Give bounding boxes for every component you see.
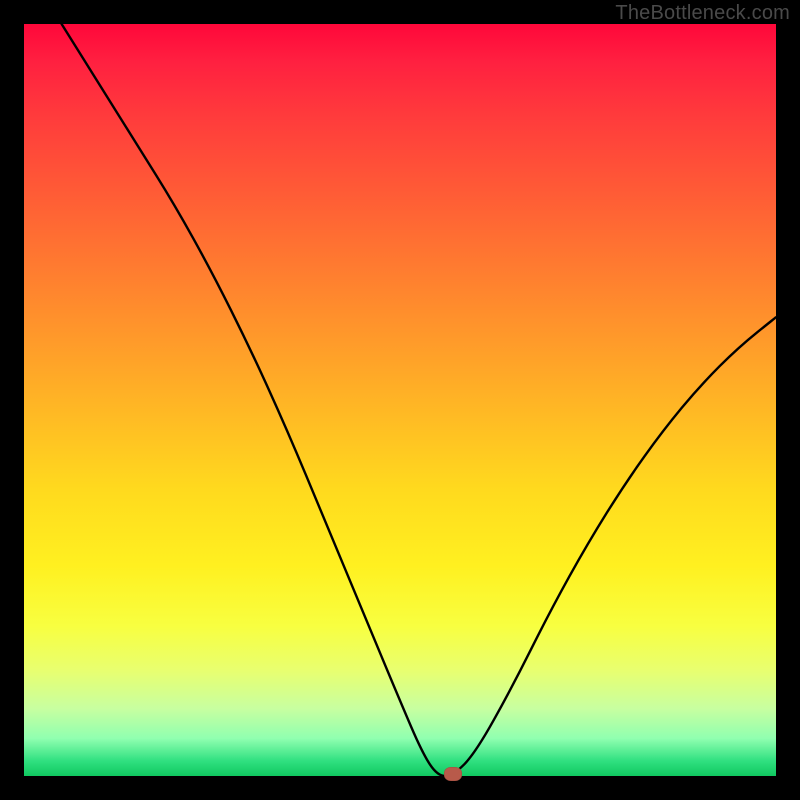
bottleneck-curve-path [62,24,776,776]
plot-area [24,24,776,776]
watermark-text: TheBottleneck.com [615,2,790,25]
optimal-point-marker [444,767,462,781]
chart-frame: TheBottleneck.com [0,0,800,800]
bottleneck-line [24,24,776,776]
